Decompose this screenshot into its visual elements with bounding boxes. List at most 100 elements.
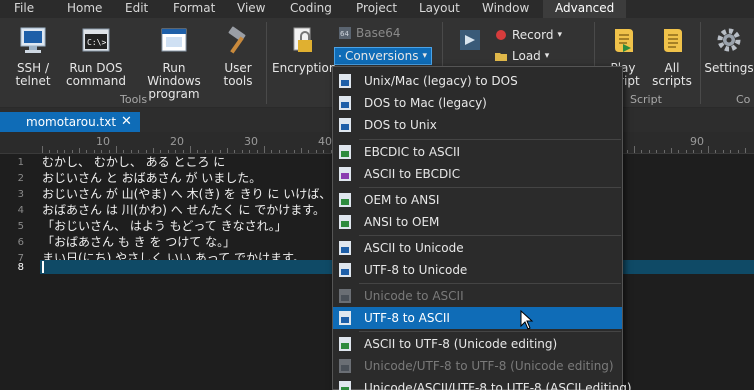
- menu-home[interactable]: Home: [67, 0, 102, 18]
- play-macro-button[interactable]: [454, 26, 486, 62]
- run-dos-command-button[interactable]: C:\> Run DOS command: [64, 26, 128, 88]
- user-tools-button[interactable]: User tools: [218, 26, 258, 88]
- window-icon: [161, 28, 187, 52]
- ruler-mark: 40: [318, 135, 332, 148]
- editor-line[interactable]: 「おじいさん、 はよう もどって きなされ。」: [42, 218, 287, 234]
- menu-item-label: Unicode/UTF-8 to UTF-8 (Unicode editing): [364, 359, 614, 373]
- convert-doc-icon: [339, 96, 351, 110]
- menu-project[interactable]: Project: [356, 0, 397, 18]
- menu-item-label: DOS to Unix: [364, 118, 437, 132]
- editor-line[interactable]: おじいさん と おばあさん が いました。: [42, 170, 261, 186]
- menu-item-utf8-to-ascii[interactable]: UTF-8 to ASCII: [333, 307, 622, 329]
- menu-item-ebcdic-to-ascii[interactable]: EBCDIC to ASCII: [333, 141, 622, 163]
- record-button[interactable]: Record ▾: [494, 26, 562, 44]
- text-caret: [42, 261, 44, 273]
- conversions-icon: [339, 55, 341, 57]
- ruler-tick: [626, 150, 628, 153]
- scripts-icon: [664, 29, 682, 52]
- menu-item-oem-to-ansi[interactable]: OEM to ANSI: [333, 189, 622, 211]
- convert-doc-icon: [339, 167, 351, 181]
- run-windows-program-button[interactable]: Run Windows program: [134, 26, 214, 101]
- menu-edit[interactable]: Edit: [125, 0, 148, 18]
- line-number: 1: [17, 157, 24, 168]
- settings-button[interactable]: Settings: [704, 26, 754, 75]
- all-scripts-button[interactable]: All scripts: [652, 26, 692, 88]
- ruler-tick: [93, 150, 95, 153]
- hammer-icon: [228, 26, 246, 54]
- ruler-tick: [745, 148, 746, 153]
- editor-line[interactable]: むかし、 むかし、 ある ところ に: [42, 154, 225, 170]
- menu-separator: [359, 187, 621, 188]
- ruler-tick: [708, 146, 709, 153]
- conversions-button[interactable]: Conversions ▾: [334, 47, 432, 65]
- menu-item-dos-to-mac[interactable]: DOS to Mac (legacy): [333, 92, 622, 114]
- ruler-tick: [634, 146, 635, 153]
- ruler-tick: [79, 148, 80, 153]
- menu-file[interactable]: File: [14, 0, 34, 18]
- line-number: 3: [17, 189, 24, 200]
- ruler-tick: [182, 150, 184, 153]
- ruler-tick: [160, 150, 162, 153]
- menu-item-ascii-to-utf8[interactable]: ASCII to UTF-8 (Unicode editing): [333, 333, 622, 355]
- ruler-tick: [249, 150, 251, 153]
- menu-item-ascii-to-unicode[interactable]: ASCII to Unicode: [333, 237, 622, 259]
- menu-item-unicode-ascii-utf8-to-utf8[interactable]: Unicode/ASCII/UTF-8 to UTF-8 (ASCII edit…: [333, 377, 632, 390]
- config-group-label: Co: [736, 93, 751, 106]
- base64-icon: 64: [339, 27, 351, 39]
- convert-doc-icon: [339, 193, 351, 207]
- ruler-mark: 10: [96, 135, 110, 148]
- menu-window[interactable]: Window: [482, 0, 529, 18]
- svg-text:64: 64: [340, 30, 349, 38]
- menu-item-unix-to-dos[interactable]: Unix/Mac (legacy) to DOS: [333, 70, 622, 92]
- ruler-tick: [153, 148, 154, 153]
- ssh-telnet-button[interactable]: SSH / telnet: [8, 26, 58, 88]
- ruler-tick: [271, 150, 273, 153]
- tools-group-label: Tools: [120, 93, 148, 106]
- load-button[interactable]: Load ▾: [494, 47, 549, 65]
- base64-button[interactable]: 64 Base64: [338, 24, 401, 42]
- folder-icon: [495, 53, 507, 61]
- menu-item-label: ASCII to UTF-8 (Unicode editing): [364, 337, 558, 351]
- ruler-tick: [219, 150, 221, 153]
- telnet-label: telnet: [15, 74, 51, 88]
- menu-item-ascii-to-ebcdic[interactable]: ASCII to EBCDIC: [333, 163, 622, 185]
- line-number: 4: [17, 205, 24, 216]
- editor-line[interactable]: おじいさん が 山(やま) へ 木(き) を きり に いけば、: [42, 186, 331, 202]
- ruler-tick: [101, 150, 103, 153]
- menu-item-unicode-to-ascii: Unicode to ASCII: [333, 285, 622, 307]
- menu-format[interactable]: Format: [173, 0, 215, 18]
- line-number: 6: [17, 237, 24, 248]
- run-windows-label: Run Windows: [147, 61, 201, 88]
- menu-item-label: UTF-8 to Unicode: [364, 263, 468, 277]
- encryption-button[interactable]: Encryption: [272, 26, 336, 75]
- editor-line[interactable]: おばあさん は 川(かわ) へ せんたく に でかけます。: [42, 202, 325, 218]
- tools-label: tools: [223, 74, 253, 88]
- macro-icon: [460, 30, 480, 50]
- ruler-tick: [722, 150, 724, 153]
- ruler-tick: [49, 150, 51, 153]
- ruler-tick: [86, 150, 88, 153]
- ruler-tick: [700, 150, 702, 153]
- chevron-down-icon: ▾: [422, 51, 427, 61]
- ruler-tick: [648, 150, 650, 153]
- menu-item-label: ASCII to Unicode: [364, 241, 464, 255]
- menu-advanced[interactable]: Advanced: [543, 0, 627, 18]
- editor-line[interactable]: 「おばあさん も き を つけて な。」: [42, 234, 235, 250]
- close-icon[interactable]: ✕: [121, 112, 132, 132]
- menu-coding[interactable]: Coding: [290, 0, 332, 18]
- menu-item-utf8-to-unicode[interactable]: UTF-8 to Unicode: [333, 259, 622, 281]
- convert-doc-icon: [339, 359, 351, 373]
- ruler-tick: [42, 146, 43, 153]
- gear-icon: [717, 28, 741, 52]
- ruler-tick: [715, 150, 717, 153]
- convert-doc-icon: [339, 289, 351, 303]
- load-label: Load: [512, 49, 541, 63]
- menu-layout[interactable]: Layout: [419, 0, 460, 18]
- menu-item-ansi-to-oem[interactable]: ANSI to OEM: [333, 211, 622, 233]
- tab-momotarou[interactable]: momotarou.txt ✕: [0, 112, 140, 132]
- ruler-tick: [123, 150, 125, 153]
- menu-item-dos-to-unix[interactable]: DOS to Unix: [333, 114, 622, 136]
- menu-item-label: ANSI to OEM: [364, 215, 440, 229]
- line-number-gutter: 1 2 3 4 5 6 7 8: [0, 154, 40, 390]
- menu-view[interactable]: View: [237, 0, 265, 18]
